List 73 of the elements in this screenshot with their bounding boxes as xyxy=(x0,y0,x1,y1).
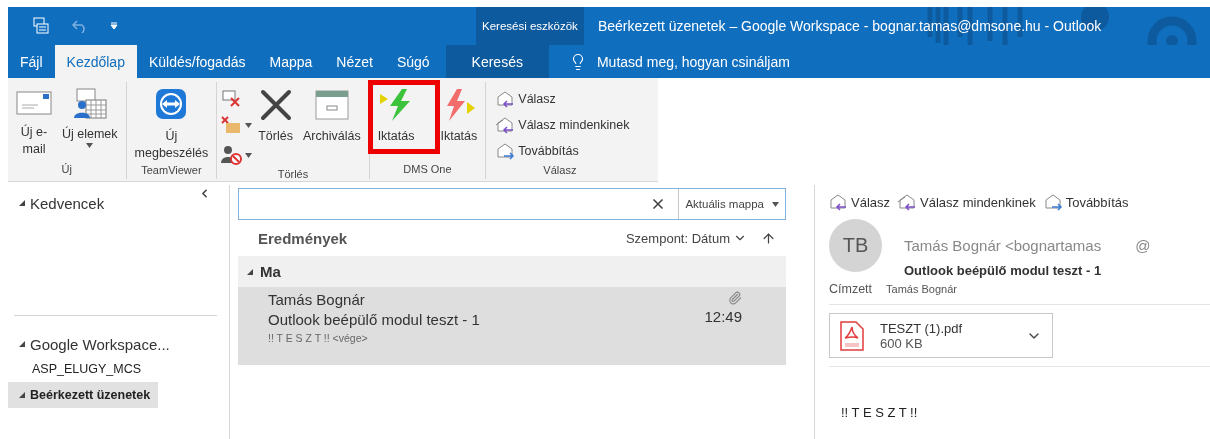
contact-calendar-icon xyxy=(71,88,108,120)
forward-mail-icon xyxy=(496,142,517,160)
caret-icon xyxy=(772,201,779,207)
attachment-card[interactable]: TESZT (1).pdf 600 KB xyxy=(829,313,1053,358)
ribbon-tab[interactable]: Kezdőlap xyxy=(54,45,137,78)
pdf-file-icon xyxy=(840,320,864,351)
envelope-icon xyxy=(16,88,52,118)
expand-arrow-icon[interactable] xyxy=(18,340,26,348)
avatar: TB xyxy=(829,219,882,272)
ribbon-button[interactable]: Archiválás xyxy=(298,86,365,147)
message-item[interactable]: Tamás Bognár Outlook beépülő modul teszt - 1 !! T E S Z T !! <vége> 12:49 xyxy=(238,287,786,365)
results-heading: Eredmények xyxy=(258,229,349,247)
customize-caret-icon[interactable] xyxy=(110,22,118,30)
archive-box-icon xyxy=(313,88,350,122)
forward-mail-icon xyxy=(1043,193,1064,211)
reply-mail-icon xyxy=(829,193,849,211)
ribbon-tab[interactable]: Küldés/fogadás xyxy=(136,45,258,78)
reply-button[interactable]: Válasz mindenkinek xyxy=(898,193,1036,211)
caret-icon xyxy=(86,142,94,148)
folder-header[interactable]: Kedvencek xyxy=(8,191,217,215)
ribbon-button[interactable]: Új elemek xyxy=(58,86,122,150)
group-label: Válasz xyxy=(542,164,578,178)
send-receive-icon[interactable] xyxy=(32,17,50,35)
reply-button[interactable]: Válasz xyxy=(496,86,630,112)
caret-icon xyxy=(245,152,253,158)
reply-button[interactable]: Továbbítás xyxy=(496,138,630,164)
expand-arrow-icon[interactable] xyxy=(18,391,26,399)
sender-name: Tamás Bognár xyxy=(268,291,366,308)
group-label: Törlés xyxy=(276,168,310,180)
reply-button[interactable]: Válasz mindenkinek xyxy=(496,112,630,138)
ribbon-button[interactable]: Új e- mail xyxy=(12,86,56,160)
ribbon-button[interactable]: Új megbeszélés xyxy=(130,86,213,164)
caret-icon xyxy=(245,122,253,128)
message-time: 12:49 xyxy=(704,308,742,325)
sender-address: Tamás Bognár <bognartamas xyxy=(904,237,1102,254)
group-label: TeamViewer xyxy=(140,163,203,178)
folder-item[interactable]: ASP_ELUGY_MCS xyxy=(8,356,158,382)
group-label: DMS One xyxy=(402,163,453,177)
ribbon-button[interactable]: Iktatás xyxy=(436,86,482,147)
folder-item[interactable]: Beérkezett üzenetek xyxy=(8,382,158,408)
message-body: !! T E S Z T !! xyxy=(841,405,919,420)
account-header[interactable]: Google Workspace... xyxy=(8,332,217,356)
ribbon-tab[interactable]: Keresés xyxy=(445,45,549,78)
ignore-mail-icon[interactable] xyxy=(221,88,242,108)
tell-me-button[interactable]: Mutasd meg, hogyan csináljam xyxy=(548,45,790,78)
context-tab-label: Keresési eszközök xyxy=(476,7,584,45)
delete-x-icon xyxy=(258,88,293,122)
expand-arrow-icon[interactable] xyxy=(18,199,26,207)
ribbon-button[interactable]: Iktatás xyxy=(373,86,419,147)
teamviewer-logo-icon xyxy=(155,88,188,120)
ribbon-button[interactable]: Törlés xyxy=(254,86,297,147)
window-title: Beérkezett üzenetek – Google Workspace - bognar.tamas@dmsone.hu - Outlook xyxy=(596,18,1102,34)
attachment-name: TESZT (1).pdf xyxy=(880,320,964,336)
scope-dropdown[interactable]: Aktuális mappa xyxy=(678,189,785,219)
message-preview: !! T E S Z T !! <vége> xyxy=(268,332,369,344)
date-group-header[interactable]: Ma xyxy=(238,256,786,287)
group-label: Új xyxy=(60,163,73,177)
message-subject: Outlook beépülő modul teszt - 1 xyxy=(904,263,1103,278)
recipient-label: Címzett xyxy=(829,282,873,296)
ribbon-tab[interactable]: Mappa xyxy=(257,45,325,78)
ribbon-tab[interactable]: Súgó xyxy=(384,45,442,78)
sort-button[interactable]: Szempont: Dátum xyxy=(625,230,747,246)
reply-button[interactable]: Továbbítás xyxy=(1043,193,1129,211)
ribbon-tab[interactable]: Fájl xyxy=(8,45,55,78)
attachment-size: 600 KB xyxy=(880,335,924,351)
ribbon-tab[interactable]: Nézet xyxy=(324,45,385,78)
recipient-name: Tamás Bognár xyxy=(886,283,957,295)
message-subject: Outlook beépülő modul teszt - 1 xyxy=(268,311,481,328)
blocked-person-icon xyxy=(221,145,244,165)
reply-button[interactable]: Válasz xyxy=(829,193,891,211)
address-fragment: @ xyxy=(1135,237,1151,254)
expand-arrow-icon[interactable] xyxy=(246,267,254,276)
search-field[interactable]: Aktuális mappa xyxy=(238,188,786,220)
